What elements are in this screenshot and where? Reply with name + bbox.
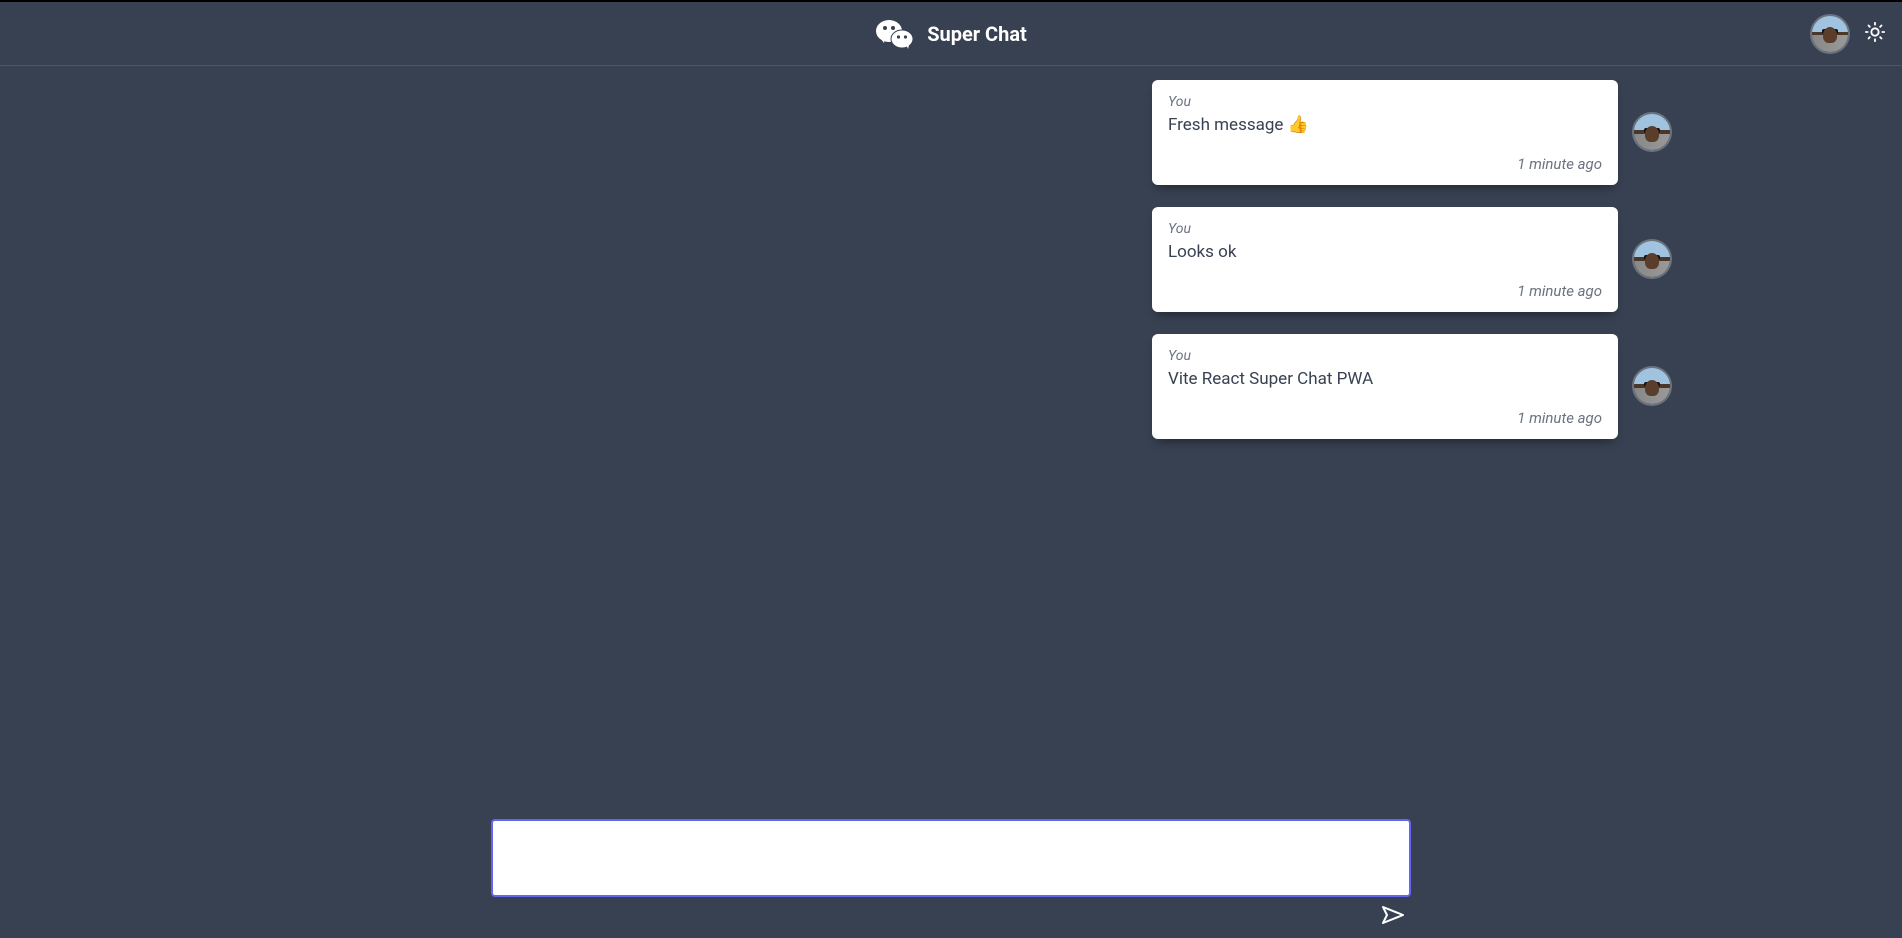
message-row: You Vite React Super Chat PWA 1 minute ago xyxy=(1152,334,1672,439)
message-row: You Fresh message 👍 1 minute ago xyxy=(1152,80,1672,185)
message-row: You Looks ok 1 minute ago xyxy=(1152,207,1672,312)
message-bubble: You Fresh message 👍 1 minute ago xyxy=(1152,80,1618,185)
header-right xyxy=(1810,14,1888,54)
chat-logo-icon xyxy=(875,17,915,51)
send-icon xyxy=(1381,913,1405,928)
message-text: Fresh message 👍 xyxy=(1168,114,1602,137)
message-time: 1 minute ago xyxy=(1168,282,1602,300)
composer xyxy=(0,819,1902,938)
message-sender: You xyxy=(1168,94,1602,110)
composer-inner xyxy=(491,819,1411,928)
app-title: Super Chat xyxy=(927,22,1027,46)
user-avatar[interactable] xyxy=(1810,14,1850,54)
message-text: Looks ok xyxy=(1168,241,1602,264)
message-input[interactable] xyxy=(491,819,1411,897)
message-text: Vite React Super Chat PWA xyxy=(1168,368,1602,391)
message-avatar xyxy=(1632,366,1672,406)
send-button[interactable] xyxy=(1381,903,1411,928)
message-bubble: You Vite React Super Chat PWA 1 minute ago xyxy=(1152,334,1618,439)
message-avatar xyxy=(1632,112,1672,152)
message-time: 1 minute ago xyxy=(1168,155,1602,173)
theme-toggle-button[interactable] xyxy=(1862,19,1888,48)
sun-icon xyxy=(1864,31,1886,46)
brand: Super Chat xyxy=(875,17,1027,51)
message-avatar xyxy=(1632,239,1672,279)
message-sender: You xyxy=(1168,221,1602,237)
chat-area: You Fresh message 👍 1 minute ago You Looks o… xyxy=(0,66,1902,938)
header: Super Chat xyxy=(0,0,1902,66)
message-list[interactable]: You Fresh message 👍 1 minute ago You Looks o… xyxy=(0,66,1902,819)
message-sender: You xyxy=(1168,348,1602,364)
message-time: 1 minute ago xyxy=(1168,409,1602,427)
message-bubble: You Looks ok 1 minute ago xyxy=(1152,207,1618,312)
